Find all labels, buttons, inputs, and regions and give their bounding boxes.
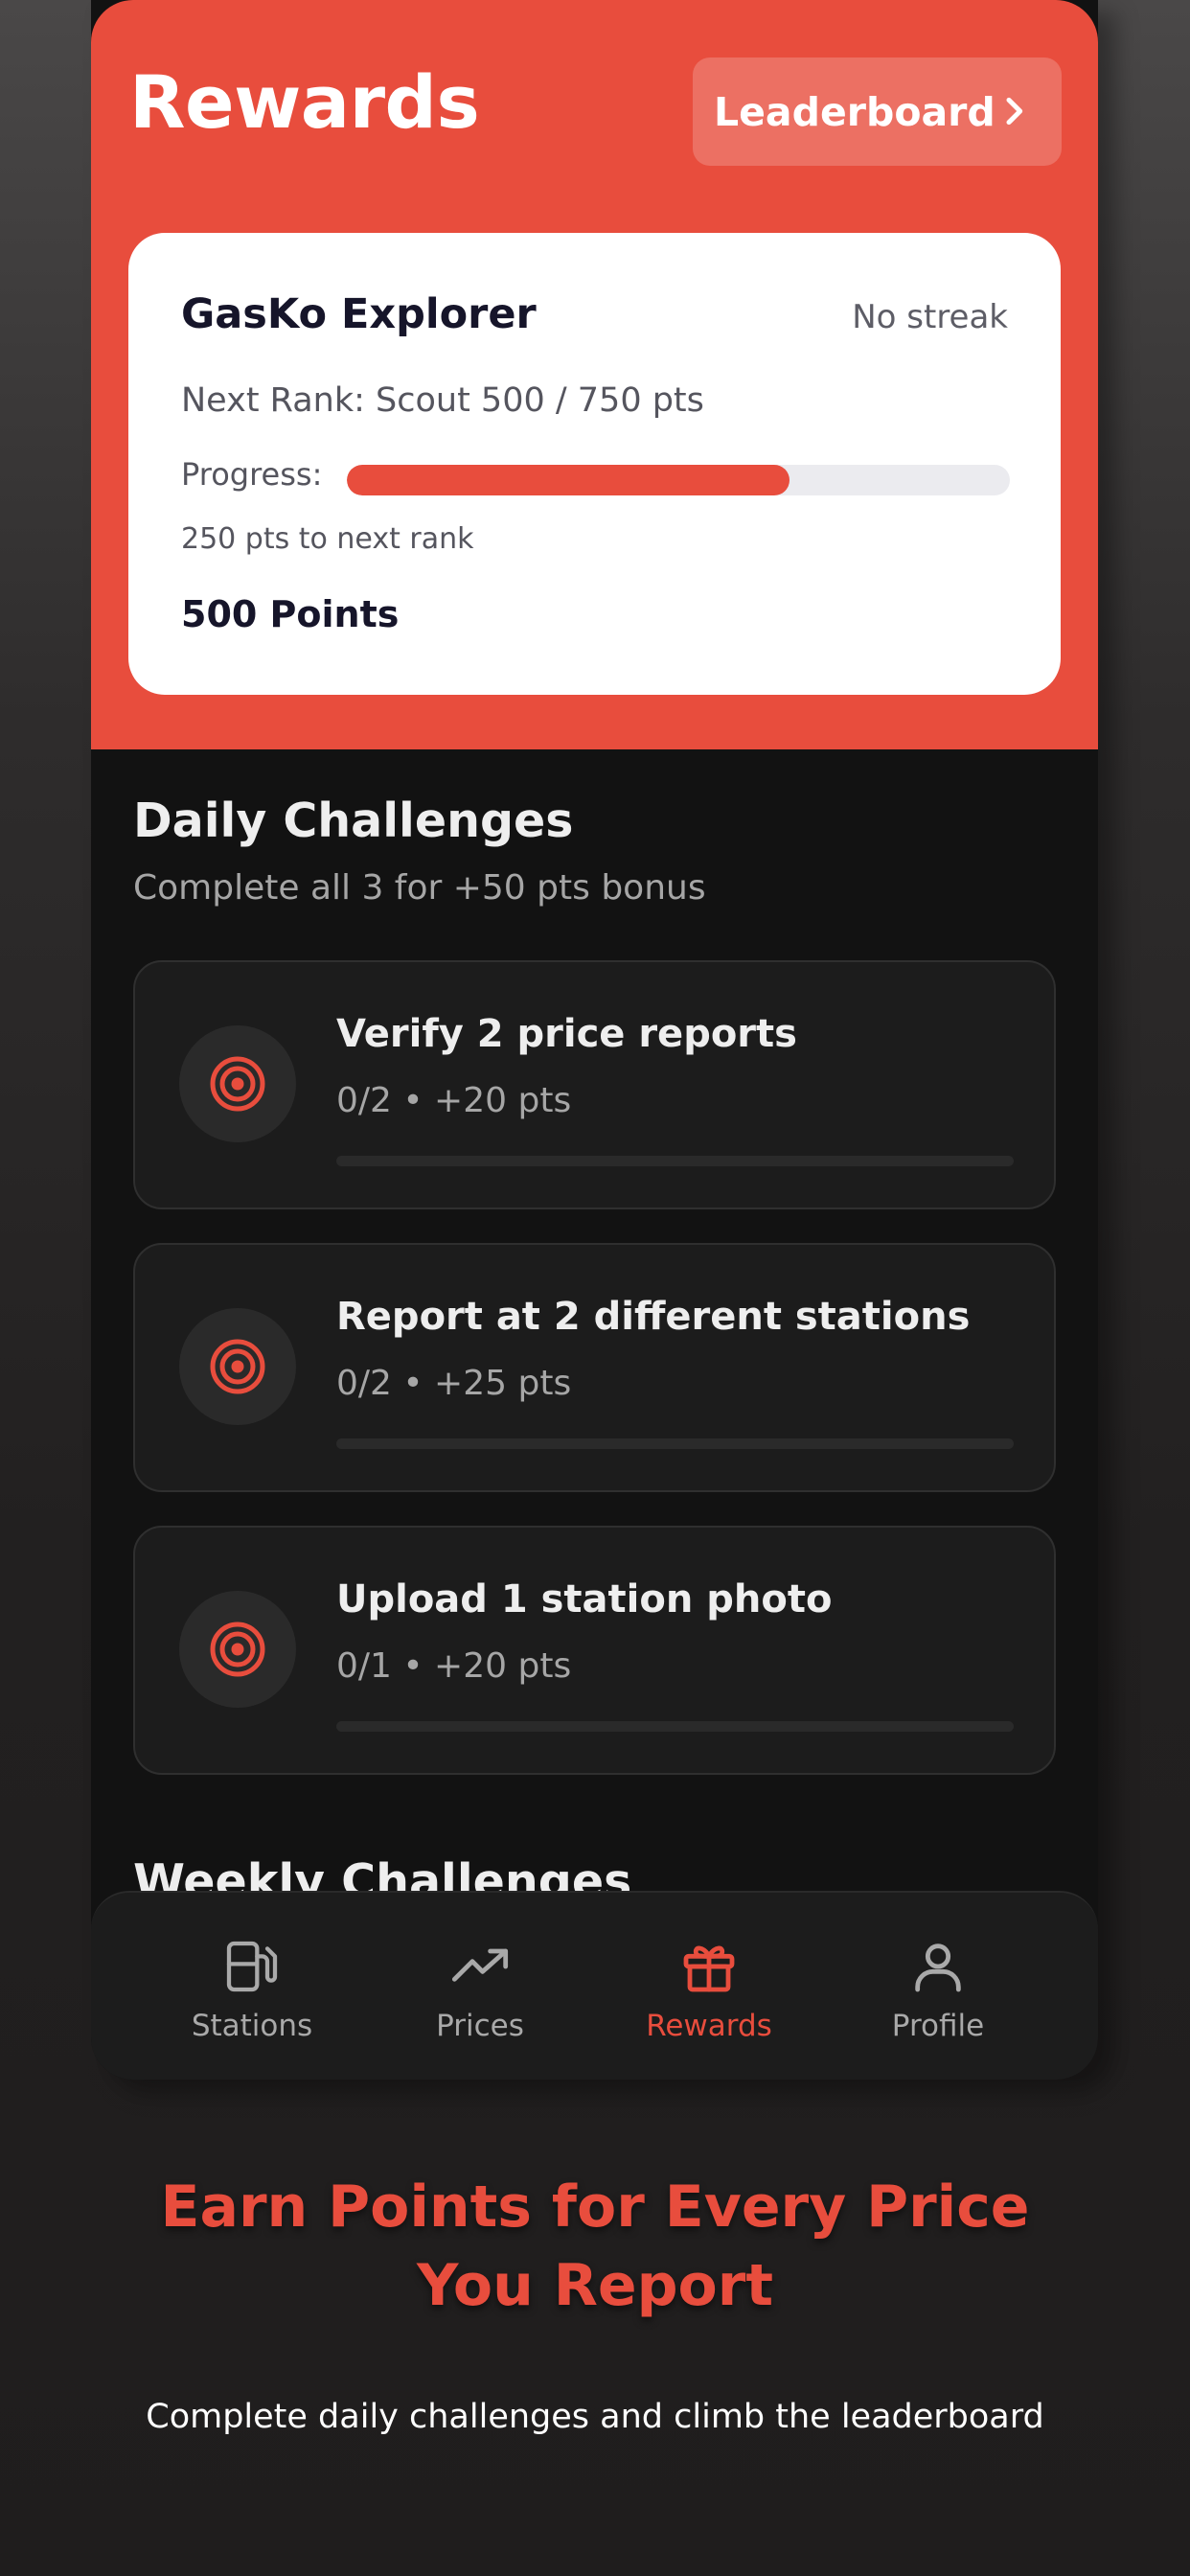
challenge-progress-text: 0/1 • +20 pts (336, 1646, 572, 1686)
promo-headline-line2: You Report (416, 2252, 774, 2319)
next-rank-text: Next Rank: Scout 500 / 750 pts (181, 381, 704, 420)
tab-prices[interactable]: Prices (384, 1936, 576, 2043)
promo-headline: Earn Points for Every Price You Report (0, 2168, 1190, 2325)
rank-progress-bar (347, 465, 1010, 495)
rank-card: GasKo Explorer No streak Next Rank: Scou… (128, 233, 1061, 695)
bottom-tab-bar: Stations Prices Rewards Profile (91, 1891, 1098, 2080)
target-icon (179, 1591, 296, 1708)
promo-subtitle: Complete daily challenges and climb the … (146, 2398, 1044, 2436)
total-points: 500 Points (181, 593, 400, 635)
chevron-right-icon (1006, 97, 1023, 126)
tab-label: Prices (436, 2009, 524, 2043)
rank-progress-fill (347, 465, 790, 495)
target-icon (179, 1025, 296, 1142)
rank-title: GasKo Explorer (181, 290, 537, 338)
gift-icon (683, 1945, 735, 1992)
page-title: Rewards (129, 59, 480, 145)
daily-challenges-subtitle: Complete all 3 for +50 pts bonus (133, 868, 706, 908)
challenge-progress-bar (336, 1438, 1014, 1449)
challenge-card[interactable]: Verify 2 price reports 0/2 • +20 pts (133, 960, 1056, 1209)
points-remaining: 250 pts to next rank (181, 522, 474, 556)
challenge-progress-bar (336, 1721, 1014, 1732)
challenge-progress-text: 0/2 • +25 pts (336, 1364, 572, 1403)
challenge-card[interactable]: Report at 2 different stations 0/2 • +25… (133, 1243, 1056, 1492)
challenge-title: Upload 1 station photo (336, 1577, 833, 1622)
tab-label: Rewards (646, 2009, 772, 2043)
challenge-progress-bar (336, 1156, 1014, 1166)
daily-challenges-title: Daily Challenges (133, 794, 574, 848)
target-icon (179, 1308, 296, 1425)
challenge-title: Report at 2 different stations (336, 1295, 971, 1339)
tab-stations[interactable]: Stations (156, 1936, 348, 2043)
streak-status: No streak (852, 298, 1008, 336)
tab-label: Profile (891, 2009, 985, 2043)
user-icon (915, 1944, 961, 1992)
rewards-header: Rewards Leaderboard GasKo Explorer No st… (91, 0, 1098, 749)
challenge-title: Verify 2 price reports (336, 1012, 797, 1056)
challenge-card[interactable]: Upload 1 station photo 0/1 • +20 pts (133, 1526, 1056, 1775)
phone-screen: Rewards Leaderboard GasKo Explorer No st… (91, 0, 1098, 2080)
challenge-progress-text: 0/2 • +20 pts (336, 1081, 572, 1120)
promo-headline-line1: Earn Points for Every Price (160, 2174, 1030, 2241)
leaderboard-label: Leaderboard (714, 88, 995, 135)
trending-up-icon (451, 1948, 509, 1982)
tab-profile[interactable]: Profile (842, 1936, 1034, 2043)
fuel-pump-icon (226, 1941, 278, 1992)
tab-rewards[interactable]: Rewards (613, 1936, 805, 2043)
leaderboard-button[interactable]: Leaderboard (693, 58, 1062, 166)
tab-label: Stations (191, 2009, 313, 2043)
progress-label: Progress: (181, 456, 323, 493)
